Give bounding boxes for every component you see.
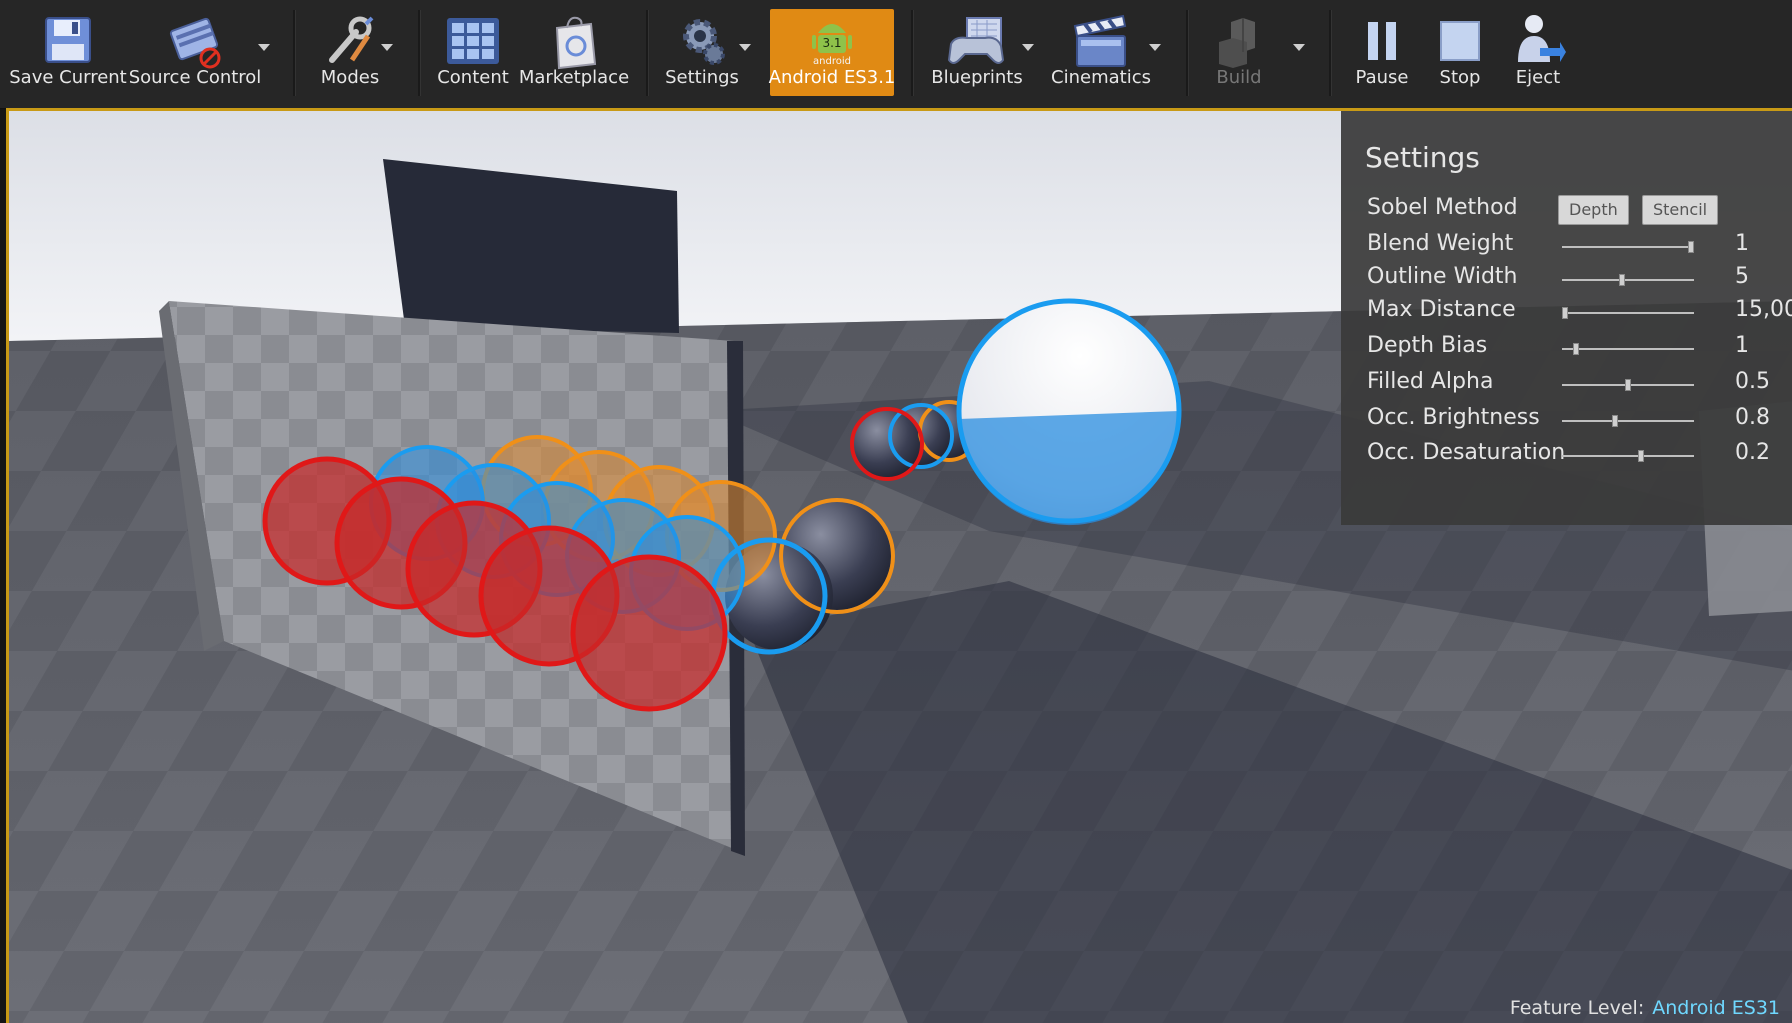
slider-track[interactable] xyxy=(1562,415,1694,427)
settings-row-label: Blend Weight xyxy=(1367,231,1514,256)
settings-row: Occ. Brightness 0.8 xyxy=(1367,405,1787,439)
build-label: Build xyxy=(1216,67,1262,88)
modes-chevron-down-icon[interactable] xyxy=(381,44,393,51)
main-toolbar: Save Current Source Control Modes Conten… xyxy=(0,0,1792,109)
content-label: Content xyxy=(437,67,509,88)
eject-button[interactable]: Eject xyxy=(1500,6,1576,98)
slider-track[interactable] xyxy=(1562,307,1694,319)
settings-panel: Settings Sobel Method Depth Stencil Blen… xyxy=(1341,111,1792,525)
marketplace-bag-icon xyxy=(555,16,597,70)
slider-thumb[interactable] xyxy=(1619,274,1625,286)
settings-row-value: 0.2 xyxy=(1735,440,1770,465)
slider-thumb[interactable] xyxy=(1688,241,1694,253)
settings-row-value: 1 xyxy=(1735,333,1749,358)
settings-button[interactable]: Settings xyxy=(660,6,744,98)
save-current-label: Save Current xyxy=(9,67,127,88)
settings-row: Filled Alpha 0.5 xyxy=(1367,369,1787,403)
modes-tools-icon xyxy=(329,16,374,63)
clapperboard-icon xyxy=(1073,14,1127,67)
blueprints-label: Blueprints xyxy=(931,67,1023,88)
sobel-stencil-button[interactable]: Stencil xyxy=(1642,195,1719,225)
floppy-disk-icon xyxy=(45,17,91,63)
settings-row: Outline Width 5 xyxy=(1367,264,1787,298)
settings-panel-title: Settings xyxy=(1365,141,1480,174)
slider-thumb[interactable] xyxy=(1562,307,1568,319)
sobel-depth-button[interactable]: Depth xyxy=(1558,195,1629,225)
feature-level-label: Feature Level: xyxy=(1509,997,1645,1019)
settings-row-label: Max Distance xyxy=(1367,297,1516,322)
toolbar-divider xyxy=(418,10,421,96)
eject-person-icon xyxy=(1518,15,1566,62)
slider-thumb[interactable] xyxy=(1625,379,1631,391)
slider-thumb[interactable] xyxy=(1612,415,1618,427)
slider-track[interactable] xyxy=(1562,450,1694,462)
source-control-chevron-down-icon[interactable] xyxy=(258,44,270,51)
feature-level-value: Android ES31 xyxy=(1652,997,1780,1019)
settings-label: Settings xyxy=(665,67,739,88)
slider-track[interactable] xyxy=(1562,343,1694,355)
build-blocks-icon xyxy=(1219,18,1255,68)
marketplace-button[interactable]: Marketplace xyxy=(518,6,630,98)
settings-row: Max Distance 15,000 xyxy=(1367,297,1792,331)
feature-level-readout: Feature Level: Android ES31 xyxy=(1510,997,1780,1019)
toolbar-divider xyxy=(1329,10,1332,96)
android-word-text: android xyxy=(813,56,851,65)
pause-button[interactable]: Pause xyxy=(1346,6,1418,98)
android-version-text: 3.1 xyxy=(822,36,841,50)
cinematics-label: Cinematics xyxy=(1051,67,1151,88)
source-control-label: Source Control xyxy=(128,67,262,88)
settings-row-value: 1 xyxy=(1735,231,1749,256)
settings-row: Occ. Desaturation 0.2 xyxy=(1367,440,1787,474)
slider-track[interactable] xyxy=(1562,241,1694,253)
source-control-icon xyxy=(169,17,221,69)
settings-row: Depth Bias 1 xyxy=(1367,333,1787,367)
toolbar-divider xyxy=(293,10,296,96)
content-button[interactable]: Content xyxy=(432,6,514,98)
android-es31-preview-button[interactable]: 3.1 android Android ES3.1 xyxy=(768,9,896,96)
modes-button[interactable]: Modes xyxy=(305,6,395,98)
slider-track[interactable] xyxy=(1562,274,1694,286)
settings-row-label: Outline Width xyxy=(1367,264,1518,289)
blueprints-button[interactable]: Blueprints xyxy=(925,6,1029,98)
blueprints-chevron-down-icon[interactable] xyxy=(1022,44,1034,51)
marketplace-label: Marketplace xyxy=(518,67,630,88)
toolbar-divider xyxy=(911,10,914,96)
modes-label: Modes xyxy=(320,67,380,88)
android-icon: 3.1 android xyxy=(812,24,852,65)
settings-row: Blend Weight 1 xyxy=(1367,231,1787,265)
settings-row-label: Depth Bias xyxy=(1367,333,1488,358)
settings-row-value: 5 xyxy=(1735,264,1749,289)
settings-row-label: Occ. Brightness xyxy=(1367,405,1540,430)
stop-label: Stop xyxy=(1439,67,1481,88)
content-grid-icon xyxy=(447,18,499,64)
android-es31-label: Android ES3.1 xyxy=(768,67,896,88)
build-chevron-down-icon[interactable] xyxy=(1293,44,1305,51)
stop-button[interactable]: Stop xyxy=(1424,6,1496,98)
sobel-method-label: Sobel Method xyxy=(1367,195,1518,220)
slider-track[interactable] xyxy=(1562,379,1694,391)
settings-row-label: Occ. Desaturation xyxy=(1367,440,1566,465)
source-control-button[interactable]: Source Control xyxy=(128,6,262,98)
settings-row-value: 15,000 xyxy=(1735,297,1792,322)
toolbar-divider xyxy=(646,10,649,96)
cinematics-chevron-down-icon[interactable] xyxy=(1149,44,1161,51)
settings-row-label: Filled Alpha xyxy=(1367,369,1494,394)
cinematics-button[interactable]: Cinematics xyxy=(1050,6,1152,98)
slider-thumb[interactable] xyxy=(1638,450,1644,462)
settings-row-value: 0.5 xyxy=(1735,369,1770,394)
pause-label: Pause xyxy=(1355,67,1409,88)
slider-thumb[interactable] xyxy=(1573,343,1579,355)
toolbar-divider xyxy=(1186,10,1189,96)
pause-icon xyxy=(1368,22,1396,60)
settings-row-value: 0.8 xyxy=(1735,405,1770,430)
save-current-button[interactable]: Save Current xyxy=(8,6,128,98)
settings-chevron-down-icon[interactable] xyxy=(739,44,751,51)
gear-icon xyxy=(683,19,725,65)
eject-label: Eject xyxy=(1515,67,1561,88)
build-button[interactable]: Build xyxy=(1194,6,1284,98)
blueprint-gamepad-icon xyxy=(947,17,1005,64)
stop-icon xyxy=(1440,21,1480,61)
